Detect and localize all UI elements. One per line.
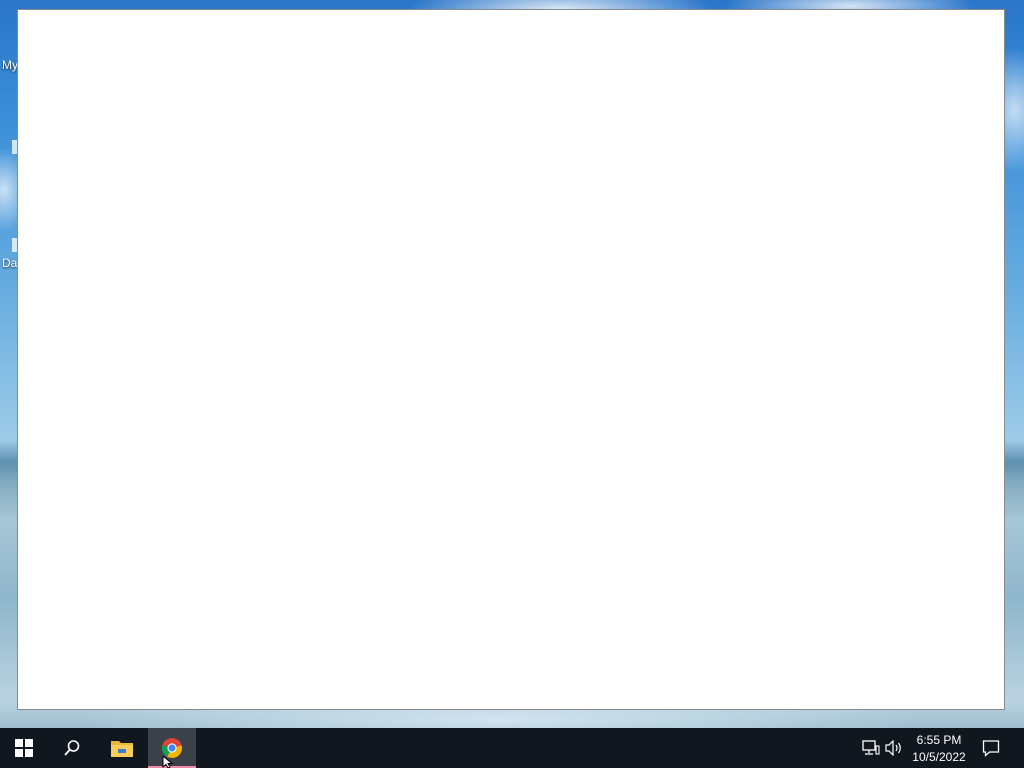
taskbar-app-file-explorer[interactable] [98,728,146,768]
action-center-button[interactable] [981,738,1001,758]
browser-window-blank[interactable] [17,9,1005,710]
volume-button[interactable] [884,738,904,758]
start-button[interactable] [0,728,48,768]
clock-time: 6:55 PM [916,733,962,747]
taskbar-clock[interactable]: 6:55 PM 10/5/2022 [908,732,970,766]
notification-icon [982,740,1000,757]
mouse-pointer-icon [162,756,174,768]
search-icon [64,740,80,756]
network-button[interactable] [861,738,881,758]
clock-date: 10/5/2022 [912,750,966,764]
taskbar: 6:55 PM 10/5/2022 [0,728,1024,768]
desktop-icon-label[interactable]: My [2,58,18,72]
windows-logo-icon [15,739,33,757]
folder-icon [111,741,133,757]
desktop-icon-label[interactable]: Da [2,256,17,270]
search-button[interactable] [48,728,96,768]
network-icon [862,740,880,755]
volume-icon [885,740,901,756]
